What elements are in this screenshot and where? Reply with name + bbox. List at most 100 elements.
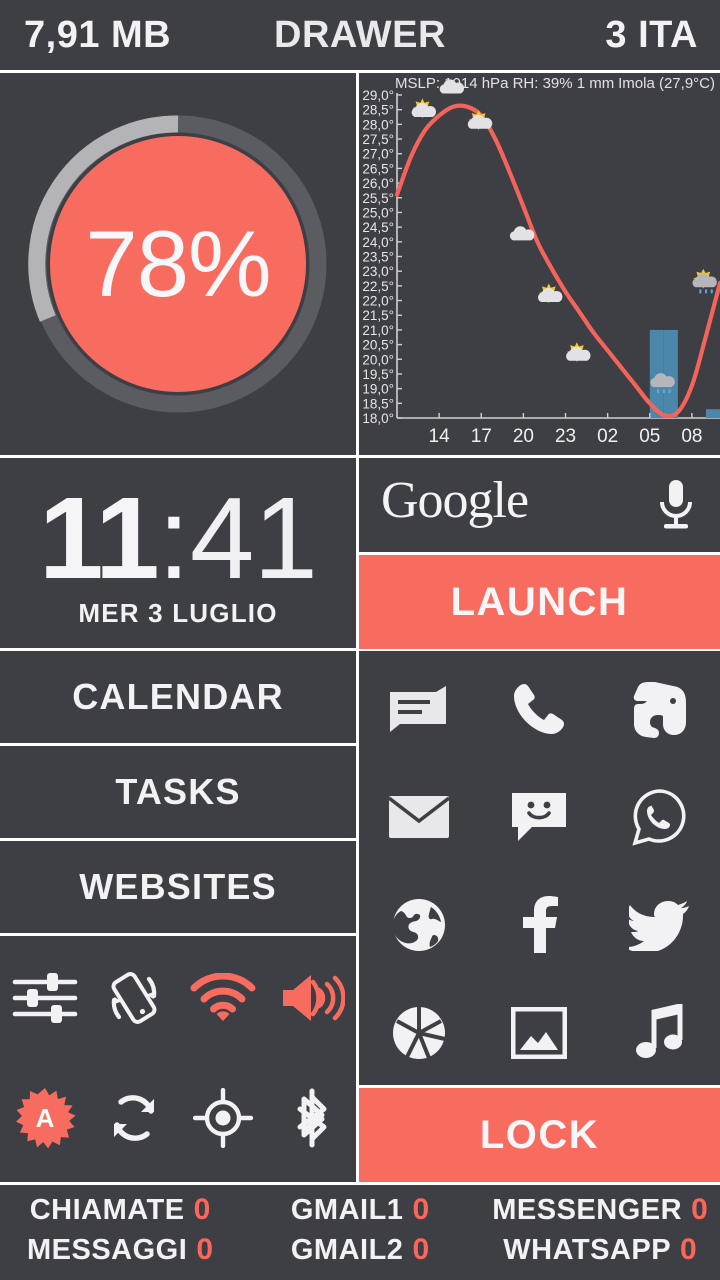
launch-button[interactable]: LAUNCH (359, 555, 720, 649)
tasks-button-label: TASKS (115, 771, 241, 812)
clock-widget[interactable]: 11:41 MER 3 LUGLIO (0, 458, 356, 648)
counter-value: 0 (412, 1233, 430, 1266)
y-tick-label: 27,0° (362, 147, 394, 162)
calendar-button[interactable]: CALENDAR (0, 651, 356, 743)
facebook-icon[interactable] (479, 871, 599, 979)
counter-messaggi[interactable]: MESSAGGI 0 (0, 1233, 240, 1273)
counter-label: GMAIL2 (290, 1234, 404, 1266)
music-icon[interactable] (600, 979, 720, 1085)
email-icon[interactable] (359, 763, 479, 871)
y-tick-label: 23,0° (362, 264, 394, 279)
quick-toggles-panel: A (0, 936, 356, 1182)
counter-label: MESSAGGI (27, 1234, 188, 1266)
counter-row: MESSAGGI 0 GMAIL2 0 WHATSAPP 0 (0, 1233, 720, 1273)
y-tick-label: 24,0° (362, 235, 394, 250)
lock-button-label: LOCK (479, 1112, 600, 1157)
lock-button[interactable]: LOCK (359, 1088, 720, 1182)
locale-status: 3 ITA (605, 13, 698, 56)
battery-gauge-widget[interactable]: 78% (0, 73, 356, 455)
bluetooth-icon[interactable] (267, 1070, 356, 1166)
counter-row: CHIAMATE 0 GMAIL1 0 MESSENGER 0 (0, 1193, 720, 1233)
clock-separator: : (157, 473, 190, 603)
y-tick-label: 28,5° (362, 103, 394, 118)
microphone-icon[interactable] (656, 478, 696, 532)
websites-button[interactable]: WEBSITES (0, 841, 356, 933)
launch-button-label: LAUNCH (450, 579, 629, 624)
counter-gmail1[interactable]: GMAIL1 0 (240, 1193, 480, 1233)
y-tick-label: 26,5° (362, 161, 394, 176)
y-tick-label: 20,5° (362, 338, 394, 353)
sun-cloud-icon (411, 98, 437, 119)
y-tick-label: 22,0° (362, 294, 394, 309)
websites-button-label: WEBSITES (79, 866, 277, 907)
battery-percent-label: 78% (85, 211, 271, 316)
sync-icon[interactable] (89, 1070, 178, 1166)
weather-plot: 29,0°28,5°28,0°27,5°27,0°26,5°26,0°25,5°… (362, 79, 720, 447)
y-tick-label: 25,5° (362, 191, 394, 206)
phone-icon[interactable] (479, 655, 599, 763)
clock-minutes: 41 (189, 473, 318, 603)
x-tick-label: 14 (429, 426, 451, 447)
y-tick-label: 24,5° (362, 220, 394, 235)
cloud-icon (439, 79, 465, 94)
gps-location-icon[interactable] (178, 1070, 267, 1166)
toggle-row: A (0, 1070, 356, 1166)
y-tick-label: 23,5° (362, 250, 394, 265)
home-screen: 7,91 MB DRAWER 3 ITA 78% MSLP: 1014 hPa … (0, 0, 720, 1280)
whatsapp-icon[interactable] (600, 763, 720, 871)
y-tick-label: 25,0° (362, 205, 394, 220)
clock-hours: 11 (39, 473, 160, 603)
calendar-button-label: CALENDAR (72, 676, 284, 717)
x-tick-label: 02 (597, 426, 618, 447)
volume-icon[interactable] (267, 950, 356, 1046)
x-tick-label: 05 (639, 426, 660, 447)
counter-value: 0 (196, 1233, 213, 1266)
counter-whatsapp[interactable]: WHATSAPP 0 (480, 1233, 720, 1273)
counter-value: 0 (691, 1193, 708, 1226)
twitter-icon[interactable] (600, 871, 720, 979)
clock-date: MER 3 LUGLIO (78, 598, 278, 628)
status-bar: 7,91 MB DRAWER 3 ITA (0, 0, 720, 70)
x-tick-label: 20 (513, 426, 534, 447)
battery-gauge: 78% (22, 108, 334, 420)
counter-value: 0 (193, 1193, 211, 1226)
news-icon[interactable] (359, 655, 479, 763)
counter-value: 0 (680, 1233, 697, 1266)
toggle-row (0, 950, 356, 1046)
camera-icon[interactable] (359, 979, 479, 1085)
app-row (359, 763, 720, 871)
google-search-bar[interactable]: Google (359, 458, 720, 552)
counter-chiamate[interactable]: CHIAMATE 0 (0, 1193, 240, 1233)
counter-value: 0 (412, 1193, 430, 1226)
app-row (359, 979, 720, 1085)
weather-chart-widget[interactable]: MSLP: 1014 hPa RH: 39% 1 mm Imola (27,9°… (359, 73, 720, 455)
sun-cloud-icon (566, 342, 591, 362)
y-tick-label: 19,5° (362, 367, 394, 382)
sun-rain-cloud-icon (692, 268, 717, 294)
messaging-icon[interactable] (479, 763, 599, 871)
auto-rotate-icon[interactable] (89, 950, 178, 1046)
settings-sliders-icon[interactable] (0, 950, 89, 1046)
y-tick-label: 21,0° (362, 323, 394, 338)
x-tick-label: 08 (681, 426, 702, 447)
x-axis-tick-labels: 14 17 20 23 02 05 08 (429, 426, 703, 447)
tasks-button[interactable]: TASKS (0, 746, 356, 838)
counter-gmail2[interactable]: GMAIL2 0 (240, 1233, 480, 1273)
browser-icon[interactable] (359, 871, 479, 979)
google-logo: Google (381, 472, 529, 529)
evernote-icon[interactable] (600, 655, 720, 763)
precipitation-bar (663, 329, 678, 418)
counter-messenger[interactable]: MESSENGER 0 (480, 1193, 720, 1233)
auto-brightness-icon[interactable]: A (0, 1070, 89, 1166)
sun-cloud-icon (537, 283, 563, 304)
y-tick-label: 27,5° (362, 132, 394, 147)
y-tick-label: 21,5° (362, 308, 394, 323)
y-tick-label: 18,0° (362, 411, 394, 426)
gallery-icon[interactable] (479, 979, 599, 1085)
app-row (359, 655, 720, 763)
notification-counters-panel: CHIAMATE 0 GMAIL1 0 MESSENGER 0 MESSAGGI… (0, 1185, 720, 1280)
counter-label: CHIAMATE (29, 1194, 185, 1226)
y-tick-label: 19,0° (362, 382, 394, 397)
wifi-icon[interactable] (178, 950, 267, 1046)
app-row (359, 871, 720, 979)
